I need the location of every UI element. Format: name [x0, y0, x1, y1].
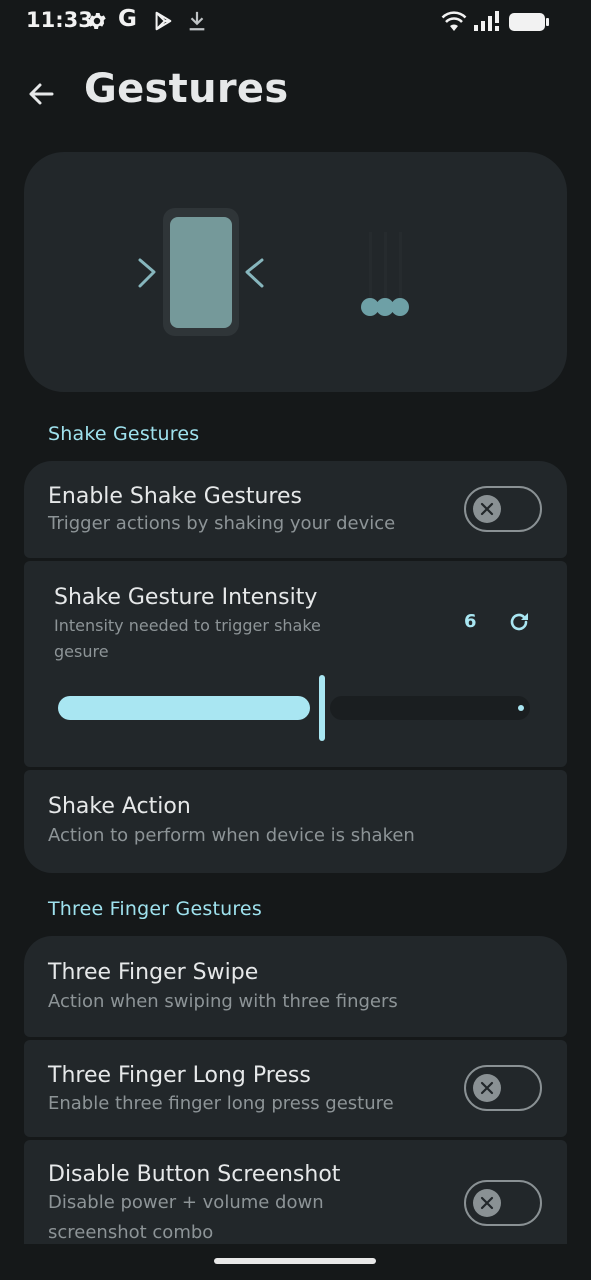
reset-icon[interactable] [507, 610, 531, 638]
three-finger-swipe-row[interactable]: Three Finger Swipe Action when swiping w… [24, 936, 567, 1037]
disable-screenshot-subtitle: Disable power + volume down screenshot c… [48, 1188, 324, 1244]
shake-action-subtitle: Action to perform when device is shaken [48, 825, 415, 846]
shake-intensity-row: Shake Gesture Intensity Intensity needed… [24, 561, 567, 767]
toggle-thumb [473, 1189, 501, 1217]
shake-intensity-title: Shake Gesture Intensity [54, 585, 318, 610]
disable-screenshot-toggle[interactable] [464, 1180, 542, 1226]
gear-icon [86, 10, 108, 36]
three-finger-long-press-toggle[interactable] [464, 1065, 542, 1111]
enable-shake-subtitle: Trigger actions by shaking your device [48, 513, 396, 534]
three-finger-long-press-subtitle: Enable three finger long press gesture [48, 1093, 394, 1114]
intensity-value: 6 [464, 611, 477, 632]
enable-shake-toggle[interactable] [464, 486, 542, 532]
toggle-thumb [473, 495, 501, 523]
page-title: Gestures [84, 66, 289, 112]
section-title-shake: Shake Gestures [48, 423, 200, 445]
slider-handle[interactable] [319, 675, 325, 741]
close-icon [480, 1196, 494, 1210]
three-finger-long-press-title: Three Finger Long Press [48, 1063, 311, 1088]
three-finger-swipe-subtitle: Action when swiping with three fingers [48, 991, 398, 1012]
close-icon [480, 1081, 494, 1095]
battery-icon [508, 12, 550, 36]
subtitle-line-1: Disable power + volume down [48, 1192, 324, 1213]
three-finger-long-press-row[interactable]: Three Finger Long Press Enable three fin… [24, 1040, 567, 1137]
shake-illustration [138, 208, 409, 336]
google-g-icon: G [118, 6, 137, 32]
status-time: 11:33 [26, 8, 93, 32]
download-icon [186, 10, 208, 36]
top-app-bar: Gestures [0, 60, 591, 130]
toggle-thumb [473, 1074, 501, 1102]
subtitle-line-1: Intensity needed to trigger shake [54, 616, 321, 635]
slider-active-track [58, 696, 310, 720]
disable-button-screenshot-row[interactable]: Disable Button Screenshot Disable power … [24, 1140, 567, 1244]
shake-intensity-subtitle: Intensity needed to trigger shake gesure [54, 613, 321, 665]
subtitle-line-2: screenshot combo [48, 1222, 214, 1243]
shake-action-title: Shake Action [48, 794, 191, 819]
section-title-three-finger: Three Finger Gestures [48, 898, 262, 920]
wifi-icon [441, 11, 467, 37]
enable-shake-row[interactable]: Enable Shake Gestures Trigger actions by… [24, 461, 567, 558]
subtitle-line-2: gesure [54, 642, 109, 661]
slider-inactive-track [330, 696, 530, 720]
gesture-illustration-card [24, 152, 567, 392]
play-store-icon [152, 10, 174, 36]
three-finger-swipe-title: Three Finger Swipe [48, 960, 259, 985]
back-arrow-icon[interactable] [22, 74, 62, 114]
enable-shake-title: Enable Shake Gestures [48, 484, 302, 509]
shake-action-row[interactable]: Shake Action Action to perform when devi… [24, 770, 567, 873]
close-icon [480, 502, 494, 516]
signal-icon [472, 11, 502, 37]
disable-screenshot-title: Disable Button Screenshot [48, 1162, 341, 1187]
status-bar: 11:33 G [0, 0, 591, 44]
slider-stop-indicator [518, 705, 524, 711]
gesture-navigation-bar[interactable] [214, 1258, 376, 1264]
